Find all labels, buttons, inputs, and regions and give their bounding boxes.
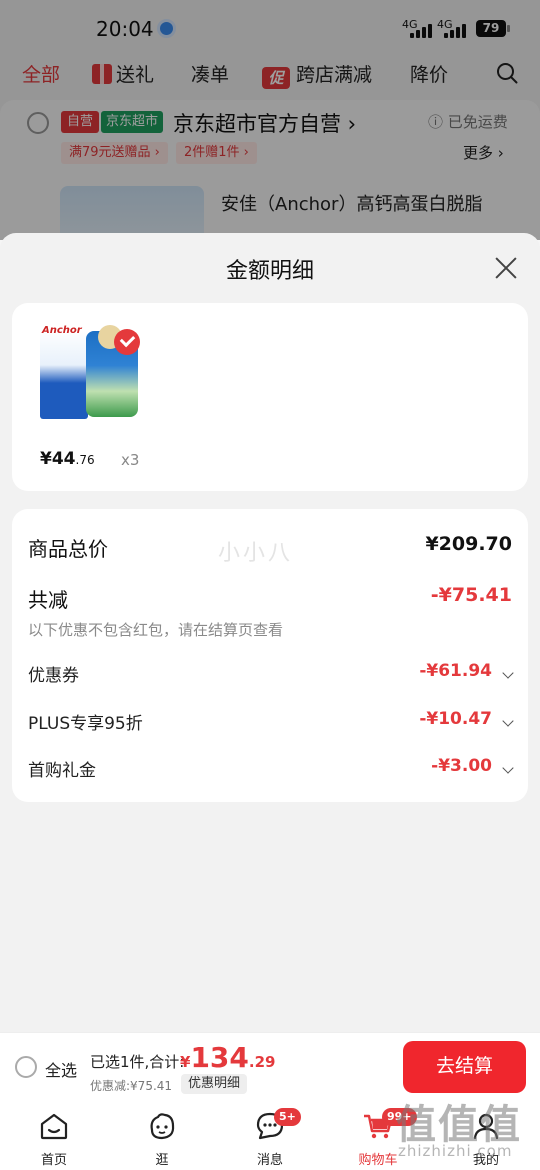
plus-discount-row[interactable]: PLUS专享95折 -¥10.47: [28, 709, 514, 739]
nav-explore-label: 逛: [155, 1153, 169, 1168]
message-badge: 5+: [274, 1108, 301, 1126]
select-all-radio[interactable]: [15, 1056, 37, 1078]
product-card: Anchor ¥44.76 x3: [12, 303, 528, 491]
discount-detail-button[interactable]: 优惠明细: [181, 1074, 248, 1094]
home-icon: [40, 1113, 68, 1140]
chevron-down-icon: [502, 715, 514, 727]
product-image: Anchor: [38, 323, 150, 425]
first-purchase-row[interactable]: 首购礼金 -¥3.00: [28, 756, 514, 786]
coupon-row[interactable]: 优惠券 -¥61.94: [28, 661, 514, 691]
explore-icon: [150, 1113, 175, 1140]
checkout-button[interactable]: 去结算: [403, 1041, 526, 1093]
brand-logo: Anchor: [42, 325, 82, 336]
reduce-value: -¥75.41: [430, 584, 512, 606]
plus-discount-label: PLUS专享95折: [28, 714, 143, 734]
price-decimal: .76: [75, 453, 95, 467]
coupon-label: 优惠券: [28, 666, 79, 686]
currency-symbol: ¥: [180, 1053, 191, 1071]
price-main: ¥44: [40, 449, 76, 469]
plus-discount-value: -¥10.47: [419, 709, 492, 729]
product-price: ¥44.76: [40, 449, 95, 469]
nav-home-label: 首页: [40, 1153, 67, 1168]
selected-info: 已选1件,合计:: [90, 1053, 185, 1071]
select-all-label[interactable]: 全选: [45, 1057, 77, 1081]
nav-messages-label: 消息: [256, 1153, 283, 1168]
reduce-label: 共减: [28, 588, 68, 612]
sheet-title: 金额明细: [225, 259, 314, 284]
total-price: ¥134.29: [180, 1041, 275, 1074]
total-row: 商品总价 ¥209.70: [28, 533, 512, 563]
reduce-note: 以下优惠不包含红包，请在结算页查看: [28, 621, 284, 639]
total-dec: .29: [248, 1053, 276, 1071]
amount-detail-sheet: 金额明细 Anchor ¥44.76 x3 小小八 商品总价 ¥209.70 共…: [0, 233, 540, 1170]
first-purchase-value: -¥3.00: [431, 756, 492, 776]
chevron-down-icon: [502, 667, 514, 679]
checkout-bar: 全选 已选1件,合计: ¥134.29 优惠减:¥75.41 优惠明细 去结算: [0, 1032, 540, 1100]
product-poster: [40, 329, 88, 419]
chevron-down-icon: [502, 762, 514, 774]
total-int: 134: [190, 1041, 249, 1074]
close-icon[interactable]: [494, 256, 518, 280]
reduce-row: 共减 -¥75.41: [28, 584, 512, 614]
total-value: ¥209.70: [425, 533, 512, 555]
modal-overlay[interactable]: [0, 0, 540, 240]
first-purchase-label: 首购礼金: [28, 761, 96, 781]
site-watermark-url: zhizhizhi.com: [398, 1142, 513, 1160]
product-quantity: x3: [121, 451, 140, 469]
coupon-value: -¥61.94: [419, 661, 492, 681]
price-detail-card: 小小八 商品总价 ¥209.70 共减 -¥75.41 以下优惠不包含红包，请在…: [12, 509, 528, 802]
check-icon: [114, 329, 140, 355]
total-label: 商品总价: [28, 537, 108, 561]
discount-info: 优惠减:¥75.41: [90, 1079, 173, 1093]
